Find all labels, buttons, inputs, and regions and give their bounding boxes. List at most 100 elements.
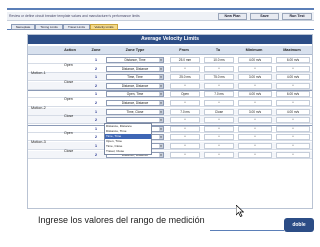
minimum-input[interactable]: 4.00 m/s (238, 57, 272, 63)
chevron-down-icon[interactable]: ▾ (159, 92, 163, 97)
minimum-input[interactable]: * (238, 151, 272, 158)
to-input[interactable]: * (204, 143, 234, 149)
from-input[interactable]: * (170, 82, 200, 89)
to-input[interactable]: * (204, 125, 234, 132)
maximum-input[interactable]: 4.00 m/s (276, 108, 310, 115)
chevron-down-icon[interactable]: ▾ (159, 109, 163, 114)
velocity-limits-panel: Average Velocity Limits Action Zone Zone… (27, 34, 313, 209)
instruction-bar: Review or define circuit breaker templat… (7, 12, 314, 21)
to-input[interactable]: * (204, 100, 234, 106)
from-input[interactable]: Open (170, 91, 200, 98)
to-input[interactable]: 10.0 ms (204, 57, 234, 63)
zone-type-select[interactable]: Distance, Distance▾ (106, 100, 164, 106)
maximum-input[interactable]: 6.00 m/s (276, 91, 310, 98)
from-input[interactable]: * (170, 151, 200, 158)
zone-type-select[interactable]: Open, Time ▾ (106, 91, 164, 98)
chevron-down-icon[interactable]: ▾ (159, 75, 163, 80)
from-input[interactable]: * (170, 125, 200, 132)
from-input[interactable]: * (170, 117, 200, 124)
action-label: Close (64, 114, 74, 119)
motion-group-label: Motion-3 (31, 140, 46, 144)
minimum-input[interactable]: 3.00 m/s (238, 108, 272, 115)
chevron-down-icon[interactable]: ▾ (159, 144, 163, 148)
chevron-down-icon[interactable]: ▾ (159, 66, 163, 71)
maximum-input[interactable]: * (276, 125, 310, 132)
maximum-input[interactable]: * (276, 143, 310, 149)
zone-type-select[interactable]: Time, Time ▾ (106, 74, 164, 81)
zone-number: 2 (95, 152, 97, 157)
minimum-input[interactable]: 4.00 m/s (238, 91, 272, 98)
chevron-down-icon[interactable]: ▾ (159, 83, 163, 88)
to-input[interactable]: * (204, 117, 234, 124)
run-test-button[interactable]: Run Test (282, 13, 312, 20)
minimum-input[interactable]: * (238, 117, 272, 124)
from-input[interactable]: 25.0 mm (170, 57, 200, 63)
test-plan-window: Review or define circuit breaker templat… (7, 8, 314, 209)
maximum-input[interactable]: 6.00 m/s (276, 57, 310, 63)
minimum-input[interactable]: * (238, 100, 272, 106)
maximum-input[interactable]: * (276, 100, 310, 106)
zone-number: 2 (95, 118, 97, 123)
chevron-down-icon[interactable]: ▾ (159, 101, 163, 105)
maximum-input[interactable]: * (276, 65, 310, 72)
zone-number: 1 (95, 58, 97, 62)
zone-type-dropdown-list[interactable]: Distance, Distance Distance, Time Time, Ti… (104, 123, 152, 156)
maximum-input[interactable]: * (276, 134, 310, 141)
to-input[interactable]: Close (204, 108, 234, 115)
chevron-down-icon[interactable]: ▾ (159, 135, 163, 140)
maximum-input[interactable]: 4.00 m/s (276, 74, 310, 81)
action-label: Open (64, 97, 73, 101)
minimum-input[interactable]: * (238, 125, 272, 132)
maximum-input[interactable]: * (276, 117, 310, 124)
group-divider (28, 90, 312, 92)
chevron-down-icon[interactable]: ▾ (159, 152, 163, 157)
zone-type-select[interactable]: Distance, Distance▾ (106, 82, 164, 89)
zone-type-select[interactable]: Distance, Distance▾ (106, 65, 164, 72)
zone-number: 1 (95, 92, 97, 97)
chevron-down-icon[interactable]: ▾ (159, 118, 163, 123)
to-input[interactable]: * (204, 82, 234, 89)
from-input[interactable]: 7.0 ms (170, 108, 200, 115)
col-to: To (215, 48, 221, 52)
maximum-input[interactable]: * (276, 151, 310, 158)
header-strip (7, 8, 314, 10)
tab-nameplate[interactable]: Nameplate (11, 24, 35, 30)
from-input[interactable]: * (170, 143, 200, 149)
to-input[interactable]: 7.0 ms (204, 91, 234, 98)
to-input[interactable]: * (204, 134, 234, 141)
minimum-input[interactable]: * (238, 134, 272, 141)
maximum-input[interactable]: * (276, 82, 310, 89)
tab-bar: Nameplate Timing Limits Travel Limits Ve… (7, 24, 314, 30)
from-input[interactable]: 25.0 ms (170, 74, 200, 81)
tab-timing-limits[interactable]: Timing Limits (35, 24, 63, 30)
instruction-text: Review or define circuit breaker templat… (9, 14, 140, 18)
zone-type-select[interactable]: Distance, Time ▾ (106, 57, 164, 63)
slide-caption: Ingrese los valores del rango de medició… (38, 215, 205, 225)
zone-number: 2 (95, 66, 97, 71)
zone-number: 2 (95, 83, 97, 88)
zone-number: 2 (95, 101, 97, 105)
to-input[interactable]: * (204, 151, 234, 158)
chevron-down-icon[interactable]: ▾ (159, 58, 163, 62)
zone-number: 1 (95, 144, 97, 148)
new-plan-button[interactable]: New Plan (218, 13, 247, 20)
to-input[interactable]: 75.0 ms (204, 74, 234, 81)
zone-type-select[interactable]: Time, Close ▾ (106, 108, 164, 115)
from-input[interactable]: * (170, 65, 200, 72)
mouse-cursor-icon (236, 205, 244, 217)
chevron-down-icon[interactable]: ▾ (159, 126, 163, 131)
minimum-input[interactable]: * (238, 143, 272, 149)
tab-travel-limits[interactable]: Travel Limits (63, 24, 90, 30)
minimum-input[interactable]: * (238, 82, 272, 89)
save-button[interactable]: Save (250, 13, 279, 20)
doble-logo: doble (284, 218, 314, 232)
from-input[interactable]: * (170, 134, 200, 141)
minimum-input[interactable]: * (238, 65, 272, 72)
action-label: Open (64, 131, 73, 136)
group-divider (28, 124, 312, 126)
dropdown-option[interactable]: Travel, Close (105, 149, 151, 154)
minimum-input[interactable]: 3.00 m/s (238, 74, 272, 81)
to-input[interactable]: * (204, 65, 234, 72)
from-input[interactable]: * (170, 100, 200, 106)
tab-velocity-limits[interactable]: Velocity Limits (90, 24, 118, 30)
